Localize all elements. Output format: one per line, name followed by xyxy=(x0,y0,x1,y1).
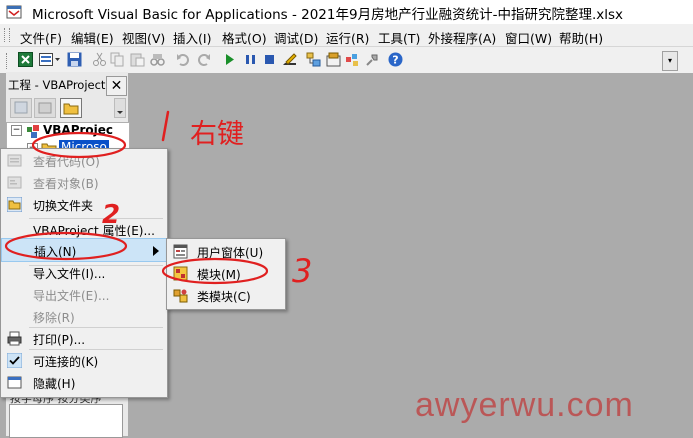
annotation-step-3: 3 xyxy=(292,252,313,290)
annotation-step-2: 2 xyxy=(102,200,121,230)
watermark: awyerwu.com xyxy=(415,386,634,424)
annotation-circle-module xyxy=(161,257,269,285)
annotation-slash-mark xyxy=(161,110,170,142)
annotation-circle-insert xyxy=(4,231,128,261)
annotation-circle-project xyxy=(31,131,127,159)
annotation-right-click-text: 右键 xyxy=(190,119,244,150)
